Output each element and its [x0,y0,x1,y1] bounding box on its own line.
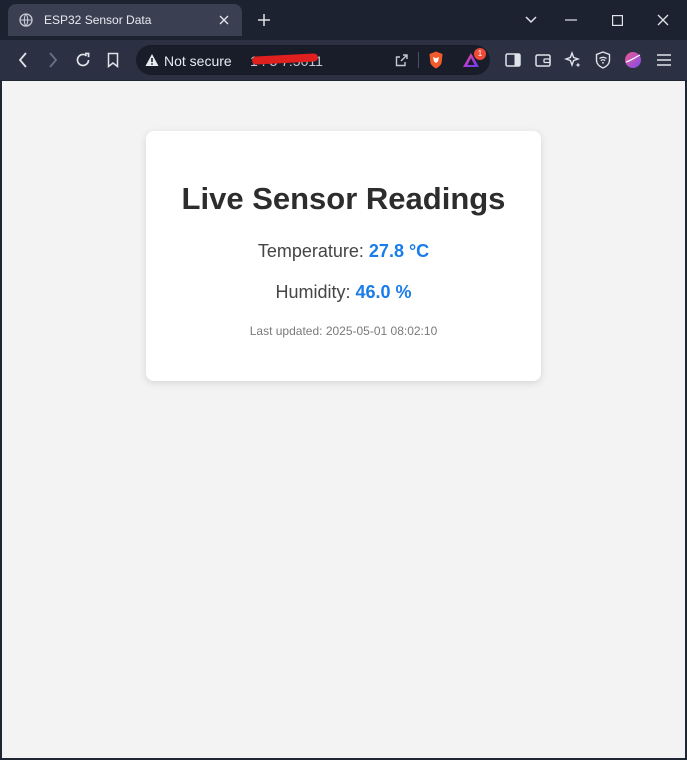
reload-button[interactable] [73,50,93,70]
share-icon[interactable] [394,52,410,68]
tab-title: ESP32 Sensor Data [44,13,152,27]
minimize-button[interactable] [561,10,581,30]
back-button[interactable] [13,50,33,70]
notification-badge: 1 [474,48,486,60]
close-tab-icon[interactable] [216,12,232,28]
browser-toolbar: Not secure 1 . 3 7:5011 1 [0,40,687,80]
menu-icon[interactable] [654,50,674,70]
close-window-button[interactable] [653,10,673,30]
bookmark-button[interactable] [103,50,123,70]
warning-icon[interactable] [145,53,159,67]
brave-shields-icon[interactable] [428,51,444,69]
last-updated-value: 2025-05-01 08:02:10 [325,324,438,338]
page-heading: Live Sensor Readings [181,181,506,216]
wallet-icon[interactable] [533,50,553,70]
last-updated-label: Last updated: [249,324,323,338]
leo-ai-icon[interactable] [563,50,583,70]
humidity-reading: Humidity: 46.0 % [146,282,541,303]
tab-search-chevron-icon[interactable] [521,10,541,30]
sidebar-icon[interactable] [503,50,523,70]
temperature-value: 27.8 °C [368,241,430,261]
browser-titlebar: ESP32 Sensor Data [0,0,687,40]
address-bar[interactable]: Not secure 1 . 3 7:5011 1 [136,45,490,75]
maximize-button[interactable] [607,10,627,30]
sensor-card: Live Sensor Readings Temperature: 27.8 °… [146,131,541,381]
globe-icon [18,12,34,28]
security-label[interactable]: Not secure [164,53,232,69]
humidity-value: 46.0 % [355,282,412,302]
browser-tab[interactable]: ESP32 Sensor Data [8,4,242,36]
last-updated-text: Last updated: 2025-05-01 08:02:10 [146,324,541,338]
page-viewport: Live Sensor Readings Temperature: 27.8 °… [2,81,685,758]
humidity-label: Humidity: [275,282,351,302]
temperature-reading: Temperature: 27.8 °C [146,241,541,262]
forward-button[interactable] [43,50,63,70]
temperature-label: Temperature: [257,241,364,261]
profile-avatar-icon[interactable] [623,50,643,70]
address-bar-divider [418,52,419,68]
new-tab-button[interactable] [254,10,274,30]
vpn-shield-icon[interactable] [593,50,613,70]
